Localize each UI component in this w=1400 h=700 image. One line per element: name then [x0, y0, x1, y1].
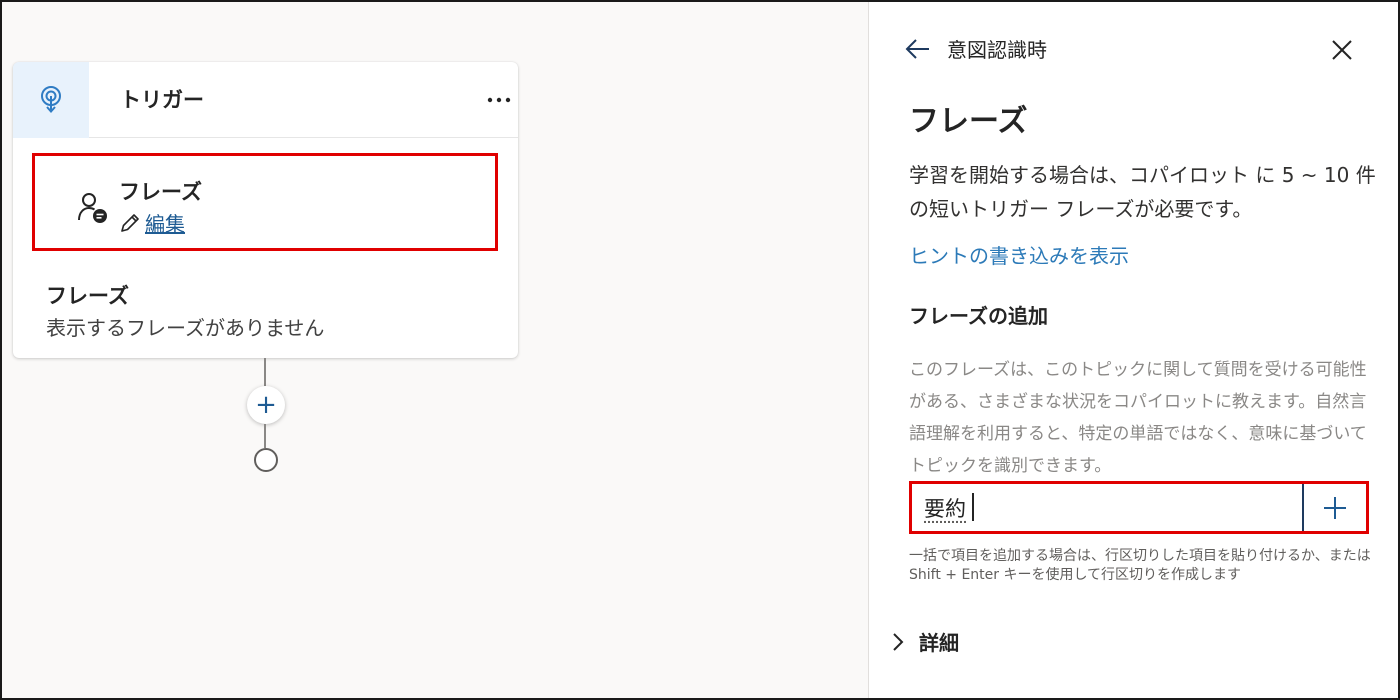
connector-line	[264, 358, 266, 386]
person-chat-icon	[77, 192, 109, 228]
trigger-icon	[13, 62, 89, 138]
properties-panel: 意図認識時 フレーズ 学習を開始する場合は、コパイロット に 5 ~ 10 件の…	[868, 0, 1400, 700]
add-node-button[interactable]: +	[247, 386, 285, 424]
phrases-entry-title: フレーズ	[119, 180, 202, 204]
add-phrase-button[interactable]	[1304, 484, 1366, 531]
end-node	[254, 448, 278, 472]
more-icon[interactable]	[483, 84, 515, 116]
add-phrases-description: このフレーズは、このトピックに関して質問を受ける可能性がある、さまざまな状況をコ…	[909, 360, 1367, 476]
phrase-input[interactable]	[912, 484, 1304, 531]
connector-line	[264, 424, 266, 448]
panel-description: 学習を開始する場合は、コパイロット に 5 ~ 10 件の短いトリガー フレーズ…	[909, 163, 1376, 221]
phrases-empty-text: 表示するフレーズがありません	[46, 316, 325, 340]
text-caret	[972, 493, 974, 521]
edit-link[interactable]: 編集	[119, 208, 185, 237]
trigger-node-title: トリガー	[120, 88, 204, 112]
add-phrases-title: フレーズの追加	[909, 304, 1048, 328]
back-arrow-icon[interactable]	[903, 34, 933, 64]
panel-title: フレーズ	[909, 104, 1028, 139]
phrases-section-title: フレーズ	[46, 284, 129, 308]
phrases-entry[interactable]: フレーズ 編集	[32, 153, 498, 251]
chevron-right-icon	[893, 632, 904, 651]
bulk-add-helper-text: 一括で項目を追加する場合は、行区切りした項目を貼り付けるか、または Shift …	[909, 548, 1371, 583]
details-toggle[interactable]: 詳細	[891, 627, 959, 656]
authoring-canvas: トリガー フレーズ 編集 フレーズ 表示するフレーズがありません +	[0, 0, 868, 700]
panel-breadcrumb: 意図認識時	[947, 38, 1047, 62]
hint-link[interactable]: ヒントの書き込みを表示	[909, 240, 1129, 269]
details-label[interactable]: 詳細	[919, 627, 959, 656]
close-icon[interactable]	[1328, 36, 1356, 64]
trigger-node-header: トリガー	[13, 62, 518, 138]
trigger-node[interactable]: トリガー フレーズ 編集 フレーズ 表示するフレーズがありません	[13, 62, 518, 358]
plus-icon	[1324, 496, 1346, 519]
pencil-icon	[121, 213, 139, 232]
edit-link-label[interactable]: 編集	[145, 208, 185, 237]
phrase-input-group	[909, 481, 1369, 534]
